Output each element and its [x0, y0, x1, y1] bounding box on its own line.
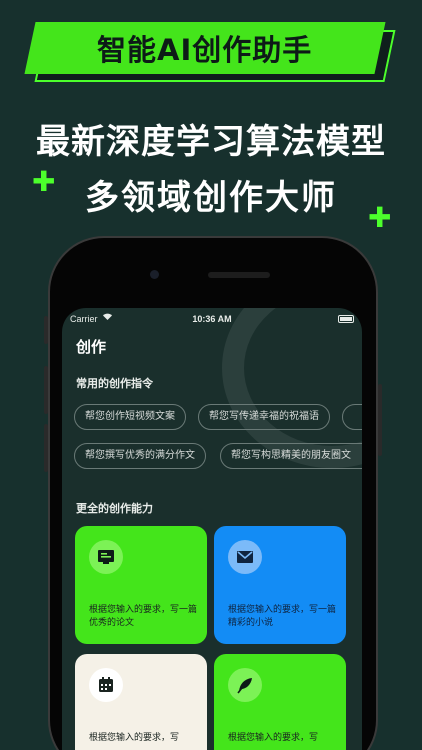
capability-card-text: 根据您输入的要求，写 — [228, 733, 319, 743]
prompt-chip-video-script[interactable]: 帮您创作短视频文案 — [74, 404, 186, 430]
prompt-chip-partial[interactable] — [342, 404, 362, 430]
sparkle-icon: ✚ — [368, 201, 392, 234]
banner-title: 智能AI创作助手 — [97, 33, 313, 67]
phone-speaker — [208, 272, 270, 278]
prompt-chip-moments[interactable]: 帮您写构思精美的朋友圈文 — [220, 443, 362, 469]
sparkle-icon: ✚ — [32, 165, 56, 198]
front-camera — [150, 270, 159, 279]
headline-line-2: 多领域创作大师 — [85, 178, 337, 218]
capability-card-novel[interactable]: 根据您输入的要求，写一篇精彩的小说 — [214, 526, 346, 644]
prompt-chip-essay[interactable]: 帮您撰写优秀的满分作文 — [74, 443, 206, 469]
status-time: 10:36 AM — [192, 314, 232, 324]
phone-power-button — [378, 384, 382, 456]
capabilities-heading: 更全的创作能力 — [76, 502, 153, 515]
capability-card-text: 根据您输入的要求，写一篇优秀的论文 — [89, 605, 198, 628]
status-bar: Carrier 10:36 AM — [62, 312, 362, 330]
page-title: 创作 — [76, 338, 107, 356]
capability-card-schedule[interactable]: 根据您输入的要求，写 — [75, 654, 207, 750]
mail-icon — [228, 540, 262, 574]
feather-icon — [228, 668, 262, 702]
capability-card-paper[interactable]: 根据您输入的要求，写一篇优秀的论文 — [75, 526, 207, 644]
prompt-chip-blessing[interactable]: 帮您写传递幸福的祝福语 — [198, 404, 330, 430]
app-screen: Carrier 10:36 AM 创作 常用的创作指令 帮您创作短视频文案 帮您… — [62, 308, 362, 750]
capability-card-text: 根据您输入的要求，写 — [89, 733, 180, 743]
banner-plate: 智能AI创作助手 — [24, 22, 386, 74]
capability-card-text: 根据您输入的要求，写一篇精彩的小说 — [228, 605, 337, 628]
headline-line-1: 最新深度学习算法模型 — [36, 122, 386, 162]
common-prompts-heading: 常用的创作指令 — [76, 377, 153, 390]
paper-icon — [89, 540, 123, 574]
battery-icon — [338, 315, 354, 323]
calendar-icon — [89, 668, 123, 702]
capability-card-writing[interactable]: 根据您输入的要求，写 — [214, 654, 346, 750]
promo-banner: 智能AI创作助手 — [24, 22, 396, 84]
